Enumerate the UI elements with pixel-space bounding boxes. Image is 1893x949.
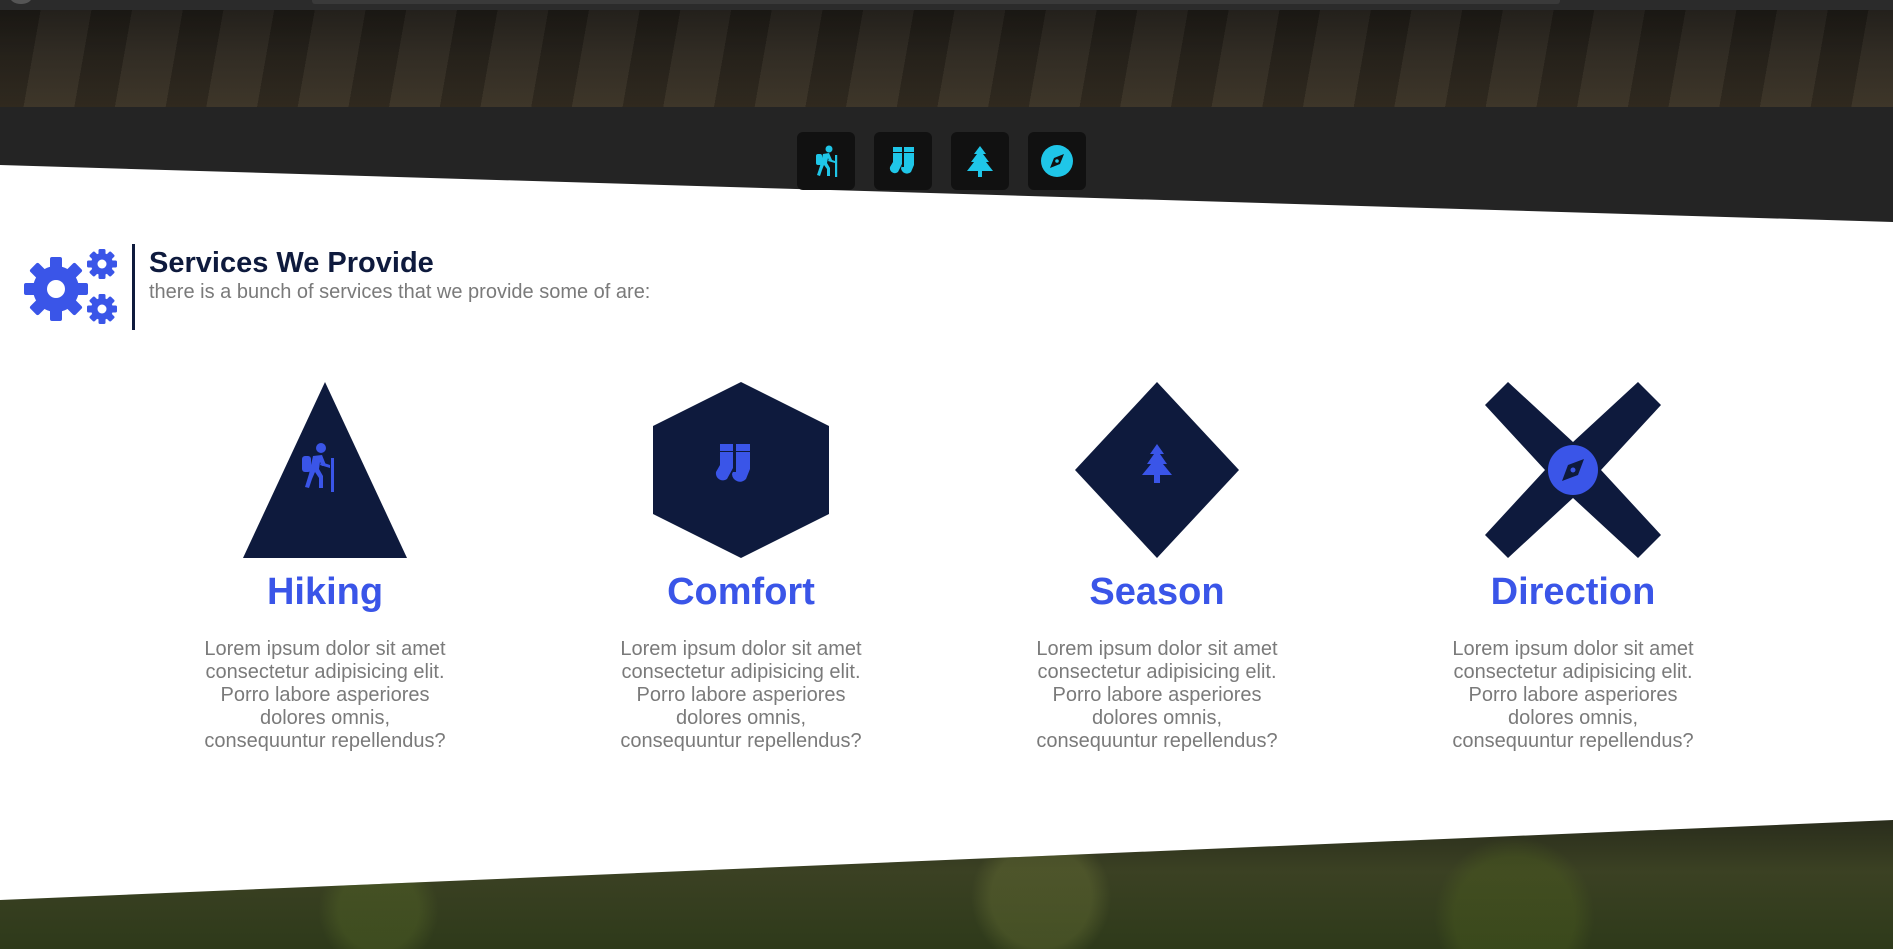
socks-icon [715, 444, 750, 482]
service-card-comfort: Comfort Lorem ipsum dolor sit amet conse… [591, 380, 891, 753]
hiking-icon [816, 145, 838, 177]
nav-icon-bar [797, 132, 1086, 190]
card-text-comfort: Lorem ipsum dolor sit amet consectetur a… [620, 638, 862, 752]
nav-button-season[interactable] [951, 132, 1009, 190]
x-shape [1483, 380, 1663, 560]
hero-image-bottom [0, 820, 1893, 949]
card-title-direction: Direction [1490, 571, 1656, 613]
service-cards: Hiking Lorem ipsum dolor sit amet consec… [0, 380, 1893, 760]
card-text-hiking: Lorem ipsum dolor sit amet consectetur a… [204, 638, 446, 752]
triangle-shape [235, 380, 415, 560]
card-title-hiking: Hiking [266, 571, 384, 613]
nav-button-hiking[interactable] [797, 132, 855, 190]
hero-image-top [0, 10, 1893, 107]
gears-icon [24, 249, 117, 324]
nav-button-direction[interactable] [1028, 132, 1086, 190]
compass-icon [1041, 145, 1073, 177]
hexagon-shape [651, 380, 831, 560]
browser-chrome-strip [0, 0, 1893, 10]
card-text-season: Lorem ipsum dolor sit amet consectetur a… [1036, 638, 1278, 752]
card-text-direction: Lorem ipsum dolor sit amet consectetur a… [1452, 638, 1694, 752]
section-subtitle: there is a bunch of services that we pro… [149, 281, 651, 303]
header-text: Services We Provide there is a bunch of … [149, 244, 650, 304]
tree-icon [967, 146, 993, 177]
section-title: Services We Provide [149, 247, 434, 279]
card-title-season: Season [1089, 571, 1225, 613]
nav-button-comfort[interactable] [874, 132, 932, 190]
card-title-comfort: Comfort [667, 571, 815, 613]
services-header: Services We Provide there is a bunch of … [22, 244, 650, 334]
browser-tab-edge [10, 0, 32, 4]
address-bar-edge [312, 0, 1560, 4]
diamond-shape [1067, 380, 1247, 560]
service-card-season: Season Lorem ipsum dolor sit amet consec… [1007, 380, 1307, 753]
header-divider [132, 244, 135, 330]
socks-icon [889, 147, 914, 174]
service-card-direction: Direction Lorem ipsum dolor sit amet con… [1423, 380, 1723, 753]
service-card-hiking: Hiking Lorem ipsum dolor sit amet consec… [175, 380, 475, 753]
